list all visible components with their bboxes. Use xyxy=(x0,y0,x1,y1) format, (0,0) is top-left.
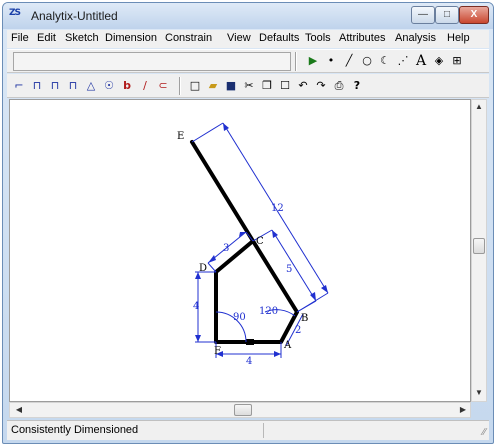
arrowhead xyxy=(274,351,281,357)
point-label-B: B xyxy=(301,313,308,324)
status-message: Consistently Dimensioned xyxy=(11,424,139,436)
paste-icon[interactable]: ☐ xyxy=(277,77,293,95)
toolbar-separator xyxy=(295,52,297,71)
angle-dimension-icon[interactable]: △ xyxy=(83,77,99,95)
scroll-down-icon[interactable]: ▼ xyxy=(472,388,486,397)
point-label-C: C xyxy=(256,236,264,247)
copy-icon[interactable]: ❐ xyxy=(259,77,275,95)
arrowhead xyxy=(208,255,216,263)
standard-toolbar: ⌐ ⊓ ⊓ ⊓ △ ☉ b ∕ ⊂ □ ▰ ■ ✂ ❐ ☐ ↶ ↷ ⎙ ? xyxy=(7,74,489,98)
point-label-F: F xyxy=(214,346,221,357)
redo-icon[interactable]: ↷ xyxy=(313,77,329,95)
menu-defaults[interactable]: Defaults xyxy=(259,32,299,44)
app-window: ZS Analytix-Untitled — □ X File Edit Ske… xyxy=(2,2,494,444)
select-arrow-icon[interactable]: ▶ xyxy=(305,52,321,70)
open-folder-icon[interactable]: ▰ xyxy=(205,77,221,95)
arrowhead xyxy=(195,335,201,342)
close-button[interactable]: X xyxy=(459,6,489,24)
cut-icon[interactable]: ✂ xyxy=(241,77,257,95)
menu-dimension[interactable]: Dimension xyxy=(105,32,157,44)
construction-line-icon[interactable]: ⋰ xyxy=(395,52,411,70)
status-bar: Consistently Dimensioned ∕∕ xyxy=(7,420,489,440)
polygon-CBAFDC[interactable] xyxy=(214,239,299,344)
dimension-value-AB[interactable]: 2 xyxy=(295,325,301,336)
text-icon[interactable]: A xyxy=(413,52,429,70)
horizontal-scrollbar[interactable]: ◀ ▶ xyxy=(9,402,471,418)
menu-sketch[interactable]: Sketch xyxy=(65,32,99,44)
parallel-dimension-icon[interactable]: ⊓ xyxy=(47,77,63,95)
scroll-up-icon[interactable]: ▲ xyxy=(472,102,486,111)
context-help-icon[interactable]: ? xyxy=(349,77,365,95)
menu-file[interactable]: File xyxy=(11,32,29,44)
maximize-button[interactable]: □ xyxy=(435,6,459,24)
app-icon: ZS xyxy=(9,8,21,18)
dimension-value-CB[interactable]: 5 xyxy=(286,264,292,275)
new-file-icon[interactable]: □ xyxy=(187,77,203,95)
grid-icon[interactable]: ⊞ xyxy=(449,52,465,70)
vertical-scrollbar[interactable]: ▲ ▼ xyxy=(471,99,487,402)
horizontal-scroll-thumb[interactable] xyxy=(234,404,252,416)
dimension-value-FA[interactable]: 4 xyxy=(246,356,252,367)
status-pane xyxy=(263,423,463,438)
point-label-D: D xyxy=(199,263,207,274)
point-icon[interactable]: • xyxy=(323,52,339,70)
anchor-marker xyxy=(246,339,254,345)
menu-help[interactable]: Help xyxy=(447,32,470,44)
vertical-dimension-icon[interactable]: ⊓ xyxy=(29,77,45,95)
dimension-value-angle-F[interactable]: 90 xyxy=(233,312,246,323)
arrowhead xyxy=(272,230,278,238)
menu-attributes[interactable]: Attributes xyxy=(339,32,385,44)
sketch-canvas[interactable]: E C D F A B 12 5 3 4 4 2 90 120 xyxy=(9,99,471,402)
horizontal-dimension-icon[interactable]: ⌐ xyxy=(11,77,27,95)
extension-line xyxy=(191,122,224,143)
arc-icon[interactable]: ☾ xyxy=(377,52,393,70)
toolbar-separator xyxy=(179,77,181,95)
extension-line xyxy=(296,300,317,313)
dimension-line-CB xyxy=(271,229,317,302)
dimension-value-DF[interactable]: 4 xyxy=(193,301,199,312)
menu-view[interactable]: View xyxy=(227,32,251,44)
scroll-left-icon[interactable]: ◀ xyxy=(12,405,26,414)
circle-icon[interactable]: ○ xyxy=(359,52,375,70)
dimension-value-DC[interactable]: 3 xyxy=(223,243,229,254)
window-title: Analytix-Untitled xyxy=(31,9,118,23)
arrowhead xyxy=(223,123,229,131)
arrowhead xyxy=(321,285,328,293)
menu-analysis[interactable]: Analysis xyxy=(395,32,436,44)
extension-line xyxy=(207,262,217,273)
line-icon[interactable]: ╱ xyxy=(341,52,357,70)
menu-constrain[interactable]: Constrain xyxy=(165,32,212,44)
command-field[interactable] xyxy=(13,52,291,71)
minimize-button[interactable]: — xyxy=(411,6,435,24)
point-label-E: E xyxy=(177,131,184,142)
concentric-constraint-icon[interactable]: ⊂ xyxy=(155,77,171,95)
tangent-constraint-icon[interactable]: b xyxy=(119,77,135,95)
parallel-constraint-icon[interactable]: ∕ xyxy=(137,77,153,95)
menu-bar: File Edit Sketch Dimension Constrain Vie… xyxy=(7,30,489,48)
sketch-toolbar: ▶ • ╱ ○ ☾ ⋰ A ◈ ⊞ xyxy=(7,49,489,73)
vertical-scroll-thumb[interactable] xyxy=(473,238,485,254)
sketch-drawing: E C D F A B 12 5 3 4 4 2 90 120 xyxy=(177,122,329,367)
ordinate-dimension-icon[interactable]: ⊓ xyxy=(65,77,81,95)
title-bar[interactable]: ZS Analytix-Untitled — □ X xyxy=(3,3,493,29)
dimension-value-EB[interactable]: 12 xyxy=(271,203,284,214)
radius-dimension-icon[interactable]: ☉ xyxy=(101,77,117,95)
menu-edit[interactable]: Edit xyxy=(37,32,56,44)
resize-grip-icon[interactable]: ∕∕ xyxy=(483,427,486,438)
scroll-right-icon[interactable]: ▶ xyxy=(456,405,470,414)
fill-icon[interactable]: ◈ xyxy=(431,52,447,70)
undo-icon[interactable]: ↶ xyxy=(295,77,311,95)
dimension-value-angle-A[interactable]: 120 xyxy=(259,306,278,317)
menu-tools[interactable]: Tools xyxy=(305,32,331,44)
print-icon[interactable]: ⎙ xyxy=(331,77,347,95)
save-icon[interactable]: ■ xyxy=(223,77,239,95)
point-label-A: A xyxy=(283,340,292,351)
